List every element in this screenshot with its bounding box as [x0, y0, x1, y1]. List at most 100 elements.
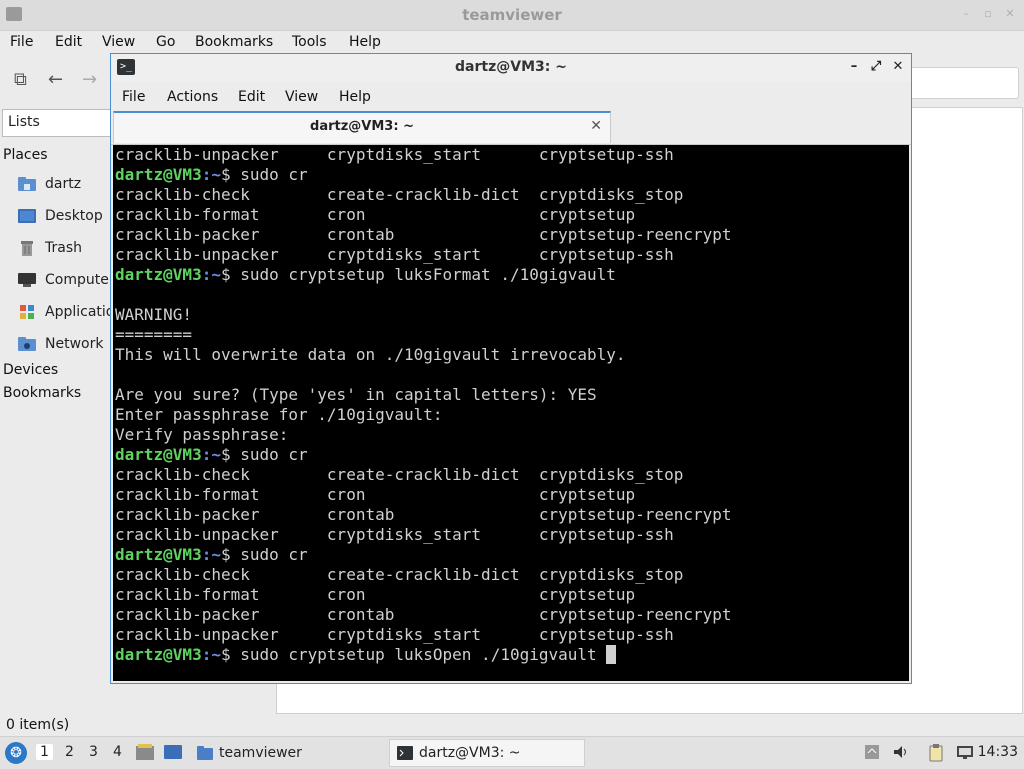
prompt-path: :~ [201, 545, 221, 564]
file-manager-title: teamviewer [462, 6, 562, 24]
terminal-output-line: cracklib-format cron cryptsetup [115, 585, 636, 604]
update-icon[interactable] [864, 744, 880, 760]
menu-edit[interactable]: Edit [55, 34, 82, 50]
terminal-command-line: dartz@VM3:~$ sudo cryptsetup luksFormat … [115, 265, 732, 285]
places-header: Places [3, 147, 48, 163]
prompt-path: :~ [201, 265, 221, 284]
clock[interactable]: 14:33 [978, 744, 1018, 760]
network-status-icon[interactable] [956, 744, 973, 760]
sidebar-view-selector[interactable]: Lists [2, 109, 112, 137]
terminal-command-line: dartz@VM3:~$ sudo cr [115, 545, 732, 565]
terminal-cursor [606, 645, 616, 664]
file-manager-launcher-icon[interactable] [135, 743, 155, 761]
volume-icon[interactable] [892, 744, 908, 760]
sidebar-item-label: Network [45, 336, 104, 352]
prompt-user: dartz@VM3 [115, 445, 202, 464]
status-bar-text: 0 item(s) [6, 717, 70, 733]
terminal-menu-actions[interactable]: Actions [167, 89, 218, 105]
minimize-icon[interactable]: – [960, 8, 972, 20]
prompt-user: dartz@VM3 [115, 545, 202, 564]
terminal-output-line: Verify passphrase: [115, 425, 289, 444]
desktop-icon [17, 208, 37, 224]
menu-help[interactable]: Help [349, 34, 381, 50]
terminal-icon [396, 745, 414, 761]
terminal-output-line: cracklib-packer crontab cryptsetup-reenc… [115, 605, 732, 624]
terminal-command-line: dartz@VM3:~$ sudo cr [115, 445, 732, 465]
terminal-output-line: cracklib-packer crontab cryptsetup-reenc… [115, 505, 732, 524]
forward-icon[interactable]: → [82, 69, 97, 90]
workspace-4[interactable]: 4 [113, 744, 122, 760]
terminal-output-line: WARNING! [115, 305, 193, 324]
back-icon[interactable]: ← [48, 69, 63, 90]
terminal-tab-label: dartz@VM3: ~ [310, 119, 414, 134]
maximize-icon[interactable]: ▫ [982, 8, 994, 20]
taskbar-task-teamviewer[interactable]: teamviewer [190, 739, 380, 767]
command-text: $ sudo cryptsetup luksFormat ./10gigvaul… [220, 265, 616, 284]
close-icon[interactable]: ✕ [891, 58, 905, 76]
command-text: $ sudo cryptsetup luksOpen ./10gigvault [220, 645, 607, 664]
taskbar-task-terminal[interactable]: dartz@VM3: ~ [389, 739, 585, 767]
new-window-icon[interactable]: ⧉ [14, 69, 27, 90]
menu-file[interactable]: File [10, 34, 33, 50]
terminal-menu-file[interactable]: File [122, 89, 145, 105]
terminal-titlebar[interactable]: >_ dartz@VM3: ~ – ⤢ ✕ [111, 54, 911, 82]
task-label: dartz@VM3: ~ [419, 745, 521, 761]
terminal-window-controls: – ⤢ ✕ [847, 58, 905, 76]
location-bar[interactable] [905, 67, 1019, 99]
terminal-output-line: cracklib-check create-cracklib-dict cryp… [115, 565, 684, 584]
workspace-1[interactable]: 1 [36, 744, 53, 760]
terminal-output-line: This will overwrite data on ./10gigvault… [115, 345, 626, 364]
terminal-menubar: File Actions Edit View Help [111, 83, 911, 111]
taskbar: ❂ 1 2 3 4 teamviewer dartz@VM3: ~ 14:33 [0, 736, 1024, 769]
minimize-icon[interactable]: – [847, 58, 861, 76]
workspace-3[interactable]: 3 [89, 744, 98, 760]
sidebar-item-label: dartz [45, 176, 82, 192]
terminal-output-line: cracklib-unpacker cryptdisks_start crypt… [115, 525, 674, 544]
show-desktop-icon[interactable] [163, 743, 183, 761]
workspace-2[interactable]: 2 [65, 744, 74, 760]
command-text: $ sudo cr [220, 445, 308, 464]
bookmarks-header[interactable]: Bookmarks [3, 385, 81, 401]
terminal-output-line: cracklib-unpacker cryptdisks_start crypt… [115, 625, 674, 644]
menu-tools[interactable]: Tools [292, 34, 327, 50]
menu-bookmarks[interactable]: Bookmarks [195, 34, 273, 50]
sidebar-view-label: Lists [8, 114, 40, 130]
terminal-menu-edit[interactable]: Edit [238, 89, 265, 105]
prompt-user: dartz@VM3 [115, 165, 202, 184]
close-tab-icon[interactable]: ✕ [590, 118, 602, 134]
sidebar-item-computer[interactable]: Computer [17, 269, 115, 291]
sidebar-item-desktop[interactable]: Desktop [17, 205, 103, 227]
file-manager-titlebar: teamviewer – ▫ ✕ [0, 0, 1024, 31]
devices-header[interactable]: Devices [3, 362, 58, 378]
start-menu-icon[interactable]: ❂ [5, 742, 27, 764]
sidebar-item-dartz[interactable]: dartz [17, 173, 81, 195]
clipboard-icon[interactable] [928, 744, 944, 762]
trash-icon [17, 240, 37, 256]
prompt-path: :~ [201, 165, 221, 184]
terminal-output-line: Enter passphrase for ./10gigvault: [115, 405, 443, 424]
terminal-tab[interactable]: dartz@VM3: ~ ✕ [113, 111, 611, 143]
network-icon [17, 336, 37, 352]
terminal-output-line: cracklib-unpacker cryptdisks_start crypt… [115, 245, 674, 264]
terminal-menu-help[interactable]: Help [339, 89, 371, 105]
sidebar-item-network[interactable]: Network [17, 333, 103, 355]
close-icon[interactable]: ✕ [1004, 8, 1016, 20]
terminal-output-line: ======== [115, 325, 193, 344]
terminal-output[interactable]: cracklib-unpacker cryptdisks_start crypt… [113, 145, 909, 681]
menu-view[interactable]: View [102, 34, 135, 50]
terminal-output-line: cracklib-unpacker cryptdisks_start crypt… [115, 145, 674, 164]
terminal-window: >_ dartz@VM3: ~ – ⤢ ✕ File Actions Edit … [110, 53, 912, 684]
terminal-title: dartz@VM3: ~ [455, 59, 567, 75]
sidebar-item-label: Computer [45, 272, 115, 288]
sidebar-item-trash[interactable]: Trash [17, 237, 82, 259]
menu-go[interactable]: Go [156, 34, 175, 50]
terminal-command-line: dartz@VM3:~$ sudo cryptsetup luksOpen ./… [115, 645, 732, 665]
maximize-icon[interactable]: ⤢ [869, 58, 883, 76]
terminal-output-line: Are you sure? (Type 'yes' in capital let… [115, 385, 597, 404]
prompt-path: :~ [201, 645, 221, 664]
file-manager-menubar: File Edit View Go Bookmarks Tools Help [0, 31, 1024, 55]
terminal-menu-view[interactable]: View [285, 89, 318, 105]
terminal-tabbar: dartz@VM3: ~ ✕ [111, 111, 911, 145]
